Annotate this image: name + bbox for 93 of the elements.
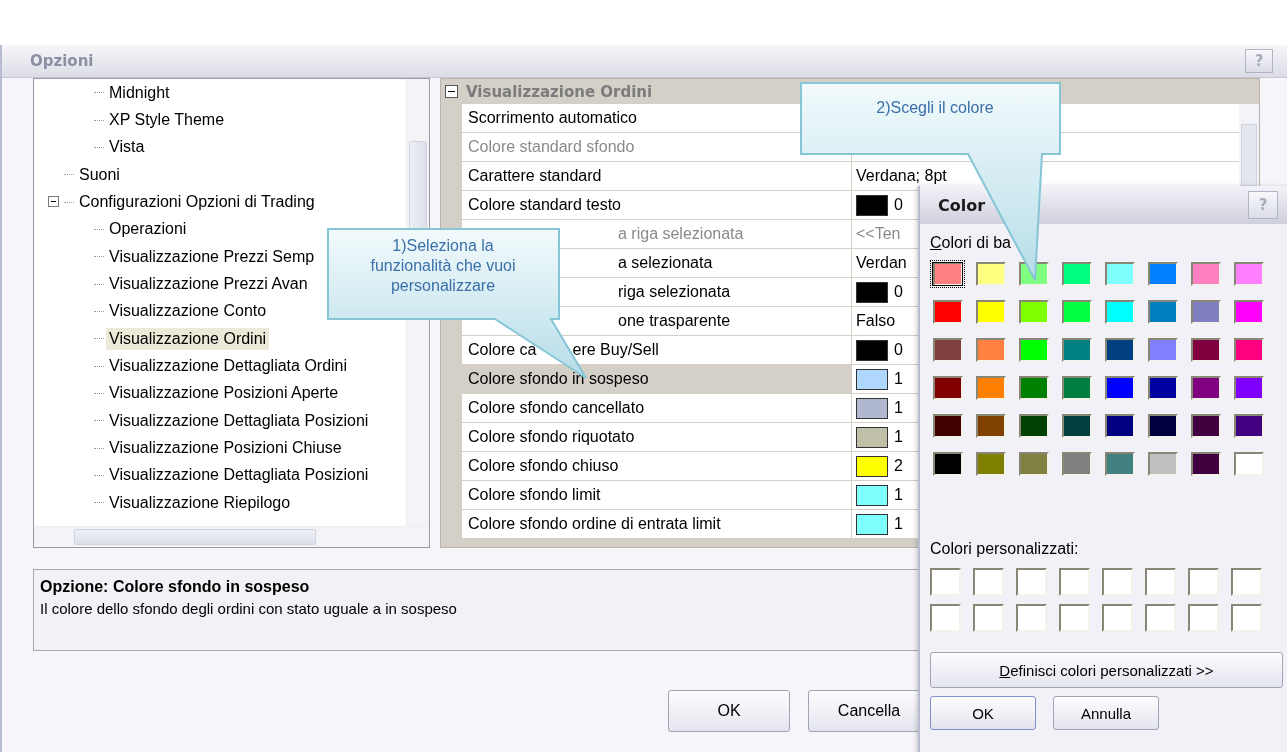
property-value: 0	[894, 196, 903, 214]
custom-color-slot[interactable]	[1231, 568, 1262, 596]
tree-line	[94, 392, 104, 394]
define-custom-colors-button[interactable]: Definisci colori personalizzati >>	[930, 652, 1283, 688]
tree-line	[94, 256, 104, 258]
custom-color-slot[interactable]	[1188, 604, 1219, 632]
category-header: Visualizzazione Ordini	[466, 82, 653, 101]
property-name[interactable]: Colore sfondo ordine di entrata limit	[468, 515, 721, 533]
custom-color-slot[interactable]	[1145, 604, 1176, 632]
custom-color-slot[interactable]	[1102, 604, 1133, 632]
property-value: 1	[894, 486, 903, 504]
property-name[interactable]: Colore sfondo cancellato	[468, 399, 645, 417]
ok-button[interactable]: OK	[668, 690, 790, 732]
description-title: Opzione: Colore sfondo in sospeso	[40, 578, 310, 596]
callout-text: 1)Seleziona la funzionalità che vuoi personalizzare	[369, 236, 517, 296]
property-name[interactable]: Colore sfondo chiuso	[468, 457, 619, 475]
tree-line	[94, 119, 104, 121]
tree-line	[94, 338, 104, 340]
property-value: 0	[894, 341, 903, 359]
tree-item[interactable]: Suoni	[76, 163, 123, 186]
tree-item[interactable]: Visualizzazione Prezzi Avan	[106, 273, 311, 296]
collapse-icon[interactable]	[48, 196, 59, 208]
custom-colors-label: Colori personalizzati:	[930, 540, 1080, 558]
tree-line	[64, 174, 74, 176]
cancel-button[interactable]: Annulla	[1053, 696, 1159, 730]
property-value: 1	[894, 399, 903, 417]
property-value: Falso	[856, 312, 896, 330]
property-value: Verdana; 8pt	[856, 167, 947, 185]
tree-line	[94, 447, 104, 449]
property-name[interactable]: a selezionata	[618, 254, 713, 272]
tree-line	[94, 420, 104, 422]
property-name[interactable]: Colore sfondo limit	[468, 486, 601, 504]
tree-item[interactable]: Vista	[106, 136, 148, 159]
tree-item[interactable]: Visualizzazione Conto	[106, 300, 270, 323]
custom-color-slot[interactable]	[1016, 604, 1047, 632]
horizontal-scrollbar[interactable]	[34, 526, 429, 547]
tree-line	[94, 228, 104, 230]
tree-line	[94, 475, 104, 476]
window-title: Opzioni	[30, 52, 94, 70]
dialog-title: Color	[938, 195, 986, 215]
custom-color-slot[interactable]	[1016, 568, 1047, 596]
tree-item[interactable]: XP Style Theme	[106, 109, 228, 131]
tree-line	[94, 365, 104, 367]
property-value: 1	[894, 515, 903, 533]
property-name[interactable]: riga selezionata	[618, 283, 731, 301]
callout-text: 2)Scegli il colore	[875, 98, 995, 118]
property-name[interactable]: one trasparente	[618, 312, 731, 330]
tree-line	[94, 310, 104, 312]
custom-color-slot[interactable]	[1102, 568, 1133, 596]
tree-line	[94, 283, 104, 285]
property-name[interactable]: Colore sfondo in sospeso	[468, 370, 649, 388]
tree-item[interactable]: Visualizzazione Dettagliata Posizioni	[106, 464, 372, 487]
custom-color-slot[interactable]	[930, 568, 961, 596]
custom-color-slot[interactable]	[1059, 568, 1090, 596]
custom-color-slot[interactable]	[1231, 604, 1262, 632]
custom-color-slot[interactable]	[930, 604, 961, 632]
property-value: Verdan	[856, 254, 907, 272]
property-name[interactable]: Scorrimento automatico	[468, 109, 637, 127]
ok-button[interactable]: OK	[930, 696, 1036, 730]
tree-item[interactable]: Visualizzazione Posizioni Aperte	[106, 382, 342, 405]
custom-color-slot[interactable]	[1059, 604, 1090, 632]
property-value: 2	[894, 457, 903, 475]
tree-item[interactable]: Configurazioni Opzioni di Trading	[76, 191, 318, 214]
tree-item[interactable]: Visualizzazione Dettagliata Ordini	[106, 355, 351, 378]
property-value: 1	[894, 370, 903, 388]
tree-item[interactable]: Visualizzazione Riepilogo	[106, 491, 294, 514]
property-name[interactable]: ere Buy/Sell	[572, 341, 659, 359]
tree-line	[94, 502, 104, 504]
custom-color-slot[interactable]	[1188, 568, 1219, 596]
basic-colors-label: Colori di ba	[930, 234, 1012, 252]
tree-item[interactable]: Operazioni	[106, 218, 190, 241]
property-value: 0	[894, 283, 903, 301]
property-name[interactable]: Colore ca	[468, 341, 537, 359]
tree-line	[64, 201, 74, 203]
property-name[interactable]: Colore sfondo riquotato	[468, 428, 635, 446]
tree-item[interactable]: Visualizzazione Posizioni Chiuse	[106, 437, 345, 460]
tree-item[interactable]: Visualizzazione Dettagliata Posizioni	[106, 409, 372, 432]
property-value: <<Ten	[856, 225, 901, 243]
tree-item[interactable]: Visualizzazione Prezzi Semp	[106, 245, 318, 268]
property-name[interactable]: Carattere standard	[468, 167, 602, 185]
description-text: Il colore dello sfondo degli ordini con stato uguale a in sospeso	[40, 600, 457, 617]
property-value: 1	[894, 428, 903, 446]
tree-item[interactable]: Visualizzazione Ordini	[106, 327, 270, 350]
custom-color-slot[interactable]	[973, 568, 1004, 596]
scrollbar-thumb[interactable]	[74, 529, 316, 545]
scrollbar-thumb[interactable]	[1241, 124, 1257, 186]
collapse-icon[interactable]	[445, 85, 458, 98]
custom-color-slot[interactable]	[973, 604, 1004, 632]
custom-color-slot[interactable]	[1145, 568, 1176, 596]
tree-item[interactable]: Midnight	[106, 81, 173, 104]
tree-line	[94, 92, 104, 94]
tree-line	[94, 146, 104, 148]
property-name[interactable]: Colore standard testo	[468, 196, 621, 214]
